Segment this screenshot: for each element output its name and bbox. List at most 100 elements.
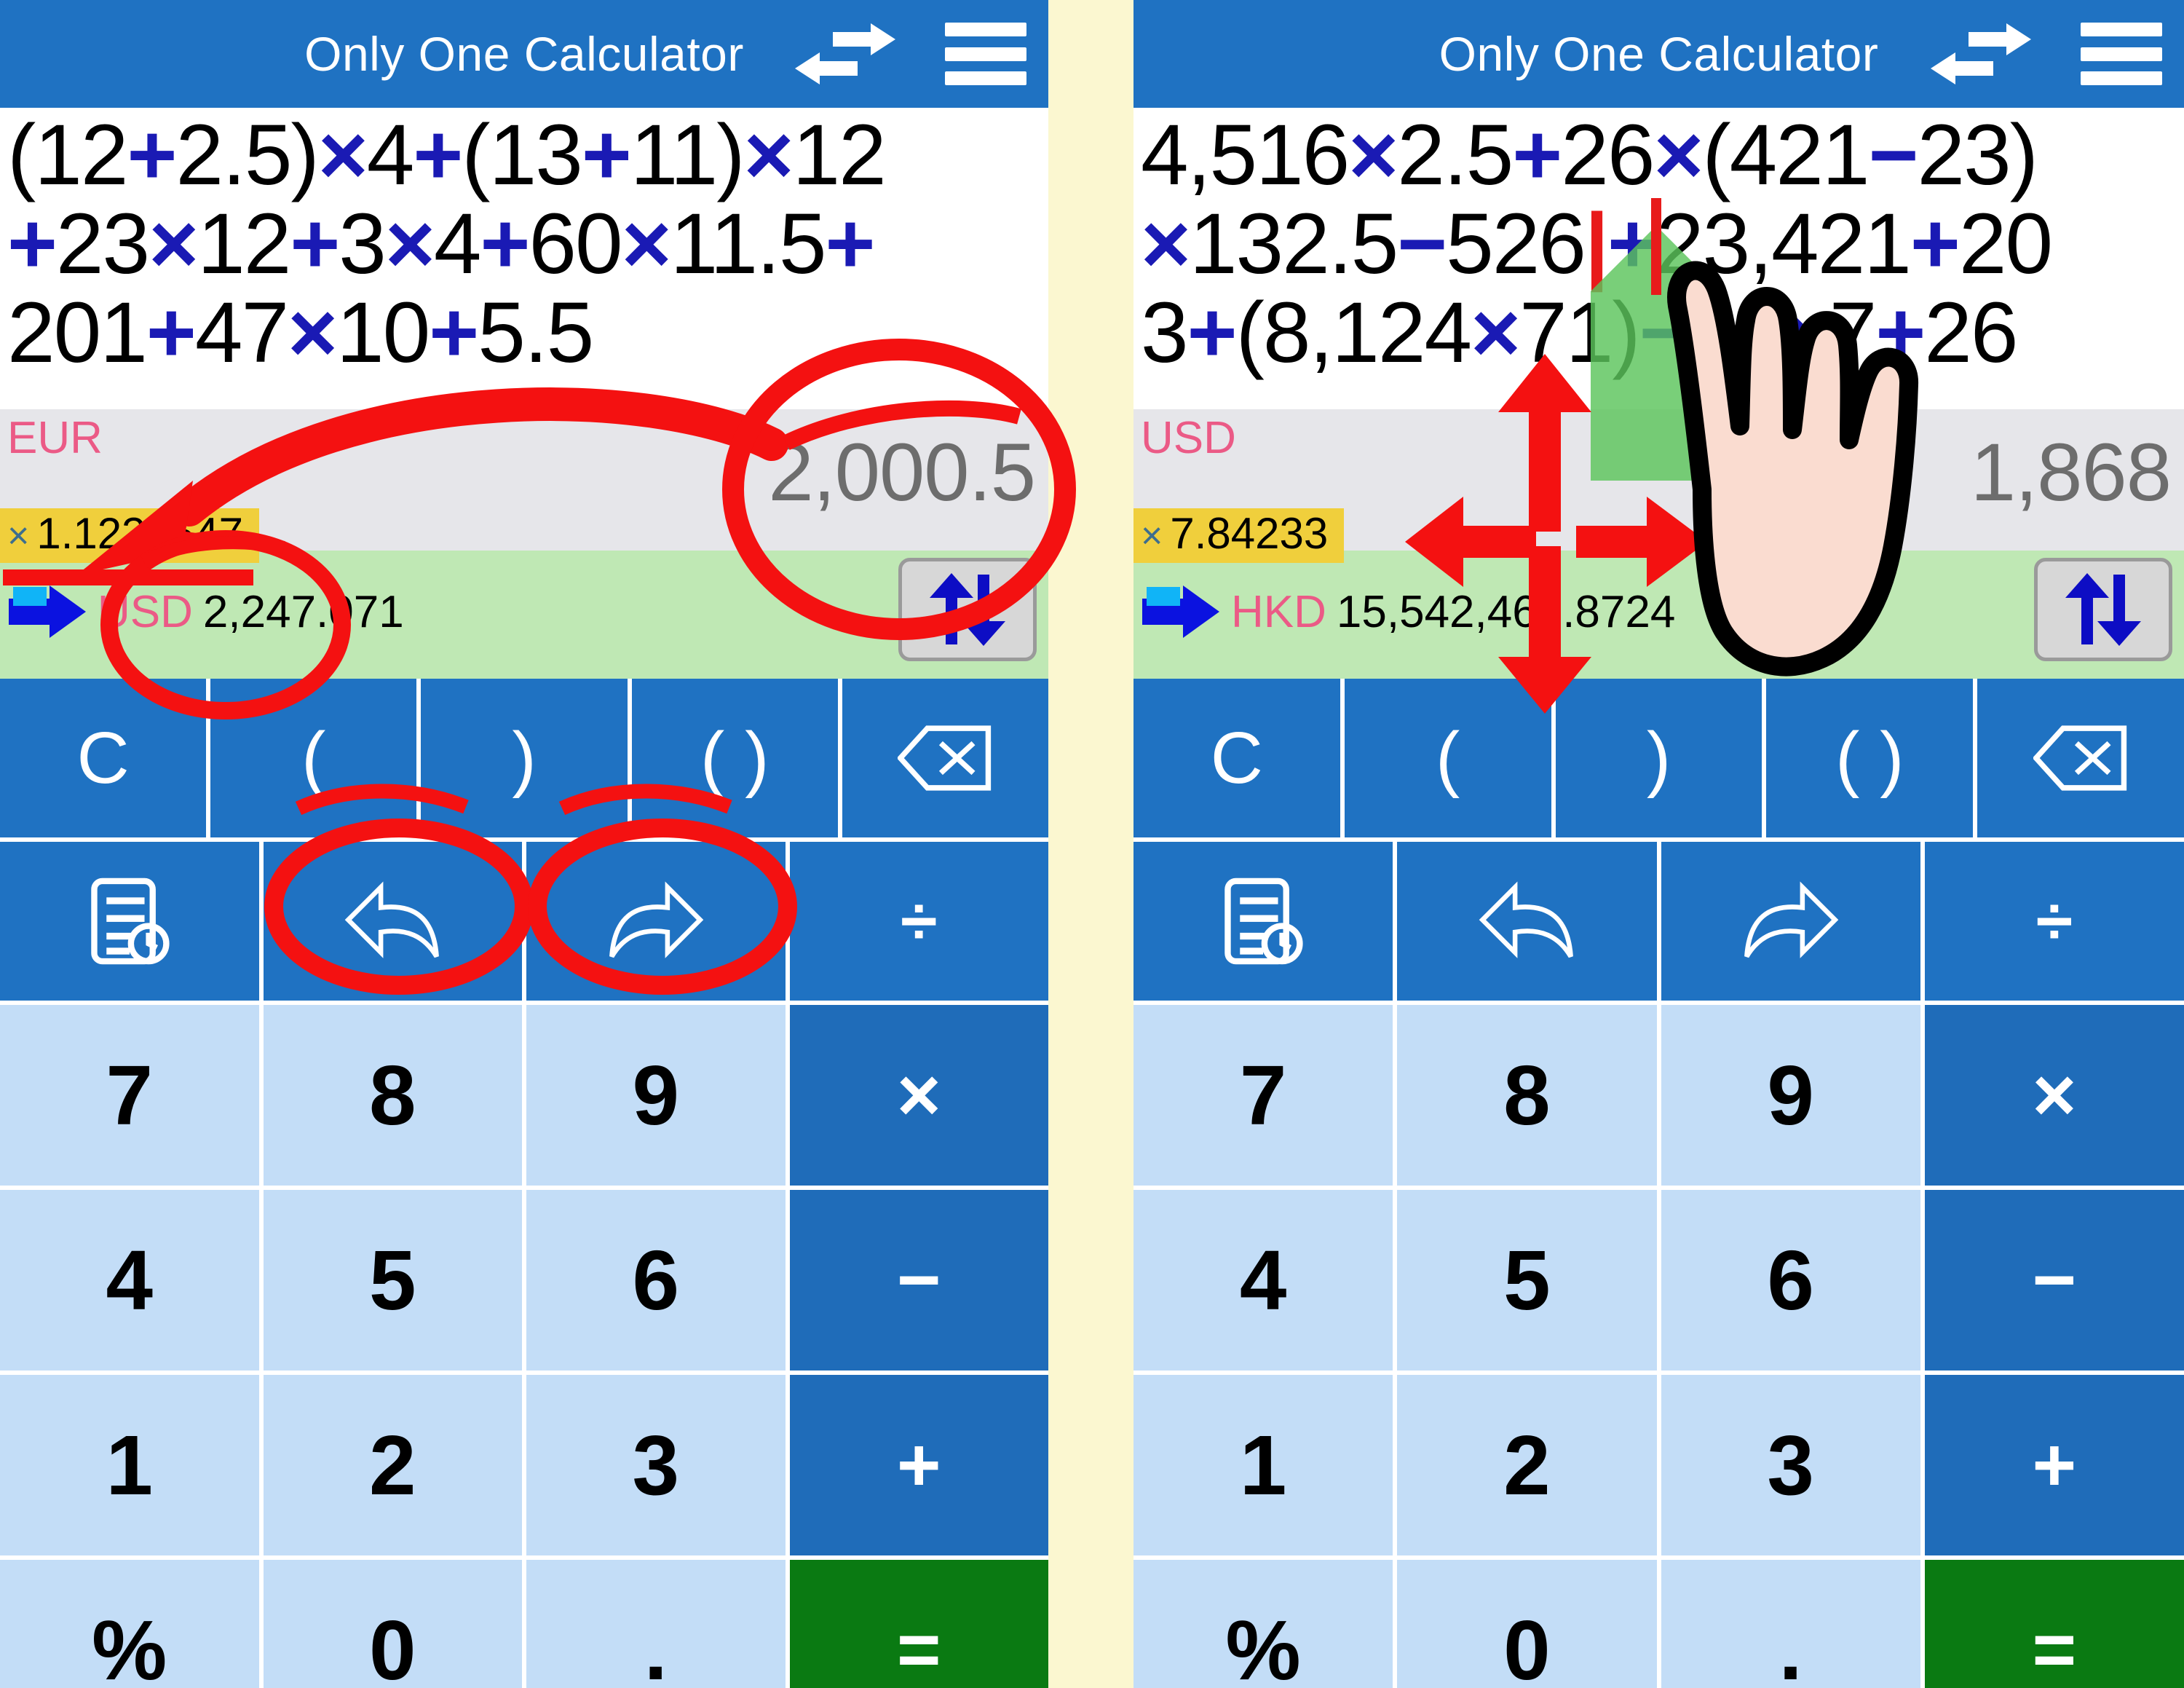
- expression-number: 11.5: [670, 196, 827, 292]
- key-0[interactable]: 0: [1397, 1560, 1657, 1688]
- expression-number: 23: [55, 196, 150, 292]
- expression-number: (13: [462, 108, 583, 203]
- swap-arrows-icon[interactable]: [791, 20, 900, 87]
- expression-display-right[interactable]: 4,516×2.5+26×(421−23) ×132.5−526|+23,421…: [1133, 108, 2184, 409]
- key-5[interactable]: 5: [1397, 1190, 1657, 1370]
- key-percent[interactable]: %: [1133, 1560, 1393, 1688]
- key-2[interactable]: 2: [1397, 1375, 1657, 1555]
- key-multiply[interactable]: ×: [789, 1005, 1048, 1186]
- expression-number: (8,124: [1235, 285, 1473, 381]
- key-plus[interactable]: +: [789, 1375, 1048, 1555]
- key-1[interactable]: 1: [1133, 1375, 1393, 1555]
- key-percent[interactable]: %: [0, 1560, 259, 1688]
- currency-swap-button-right[interactable]: [2034, 558, 2172, 661]
- key-redo[interactable]: [1661, 842, 1920, 1001]
- key-0[interactable]: 0: [263, 1560, 522, 1688]
- expression-display-left[interactable]: (12+2.5)×4+(13+11)×12 +23×12+3×4+60×11.5…: [0, 108, 1048, 409]
- key-2[interactable]: 2: [263, 1375, 522, 1555]
- calculator-panel-left: Only One Calculator (12+2.5)×4+(13+11)×1…: [0, 0, 1048, 1688]
- key-8[interactable]: 8: [1397, 1005, 1657, 1186]
- currency-converter-left: EUR 2,000.5 × 1.1232547 USD 2,247.071: [0, 409, 1048, 679]
- key-decimal[interactable]: .: [1661, 1560, 1920, 1688]
- key-7[interactable]: 7: [0, 1005, 259, 1186]
- exchange-rate-value-left: 1.1232547: [36, 509, 243, 558]
- key-9[interactable]: 9: [526, 1005, 786, 1186]
- panel-divider: [1048, 0, 1133, 1688]
- key-divide[interactable]: ÷: [789, 842, 1048, 1001]
- key-6[interactable]: 6: [526, 1190, 786, 1370]
- key-8[interactable]: 8: [263, 1005, 522, 1186]
- expression-number: 47: [194, 285, 289, 381]
- expression-operator: −: [1397, 196, 1447, 292]
- key-backspace[interactable]: [842, 679, 1048, 837]
- key-close-paren[interactable]: ): [1555, 679, 1762, 837]
- expression-number: (12: [7, 108, 129, 203]
- title-bar-right: Only One Calculator: [1133, 0, 2184, 108]
- multiply-sign-icon: ×: [7, 515, 30, 557]
- text-cursor: |: [1585, 196, 1609, 292]
- expression-operator: ×: [1348, 108, 1398, 203]
- key-7[interactable]: 7: [1133, 1005, 1393, 1186]
- expression-operator: +: [1910, 196, 1961, 292]
- expression-line: ×132.5−526|+23,421+20: [1141, 200, 2180, 288]
- expression-operator: ×: [288, 285, 338, 381]
- key-open-paren[interactable]: (: [1344, 679, 1551, 837]
- currency-output-row-left[interactable]: × 1.1232547 USD 2,247.071: [0, 508, 1048, 679]
- key-9[interactable]: 9: [1661, 1005, 1920, 1186]
- key-undo[interactable]: [263, 842, 522, 1001]
- hamburger-menu-icon[interactable]: [945, 23, 1026, 85]
- exchange-rate-badge-right[interactable]: × 7.84233: [1133, 508, 1345, 563]
- key-multiply[interactable]: ×: [1924, 1005, 2184, 1186]
- key-divide[interactable]: ÷: [1924, 842, 2184, 1001]
- key-plus[interactable]: +: [1924, 1375, 2184, 1555]
- key-clear[interactable]: C: [0, 679, 207, 837]
- key-open-paren[interactable]: (: [210, 679, 417, 837]
- key-4[interactable]: 4: [1133, 1190, 1393, 1370]
- key-close-paren[interactable]: ): [421, 679, 628, 837]
- backspace-icon: [898, 725, 992, 791]
- undo-arrow-icon: [344, 881, 440, 958]
- expression-operator: ×: [1653, 108, 1704, 203]
- expression-operator: +: [1512, 108, 1562, 203]
- expression-number: 12: [197, 196, 291, 292]
- key-decimal[interactable]: .: [526, 1560, 786, 1688]
- expression-number: 10: [336, 285, 430, 381]
- key-history[interactable]: [1133, 842, 1393, 1001]
- swap-arrows-icon[interactable]: [1926, 20, 2035, 87]
- convert-arrow-icon: [1138, 577, 1225, 647]
- key-6[interactable]: 6: [1661, 1190, 1920, 1370]
- exchange-rate-badge-left[interactable]: × 1.1232547: [0, 508, 259, 563]
- key-minus[interactable]: −: [1924, 1190, 2184, 1370]
- key-clear[interactable]: C: [1133, 679, 1340, 837]
- title-bar-icons-right: [1926, 0, 2162, 108]
- key-5[interactable]: 5: [263, 1190, 522, 1370]
- keypad-right: C ( ) ( ) ÷ 7 8 9 × 4 5 6 − 1 2 3 + % 0 …: [1133, 679, 2184, 1688]
- key-1[interactable]: 1: [0, 1375, 259, 1555]
- keypad-row-4-left: 4 5 6 −: [0, 1190, 1048, 1370]
- expression-number: 71): [1519, 285, 1641, 381]
- key-paren-pair[interactable]: ( ): [1766, 679, 1974, 837]
- key-minus[interactable]: −: [789, 1190, 1048, 1370]
- key-4[interactable]: 4: [0, 1190, 259, 1370]
- key-3[interactable]: 3: [1661, 1375, 1920, 1555]
- currency-swap-button-left[interactable]: [898, 558, 1037, 661]
- expression-line: 3+(8,124×71)−41×7+26: [1141, 288, 2180, 377]
- hamburger-menu-icon[interactable]: [2081, 23, 2162, 85]
- key-undo[interactable]: [1397, 842, 1657, 1001]
- key-equals[interactable]: =: [1924, 1560, 2184, 1688]
- key-history[interactable]: [0, 842, 259, 1001]
- currency-code-to-left: USD: [98, 586, 193, 637]
- keypad-row-6-right: % 0 . =: [1133, 1560, 2184, 1688]
- app-title-left: Only One Calculator: [304, 27, 744, 81]
- currency-output-row-right[interactable]: × 7.84233 HKD 15,542,462.8724: [1133, 508, 2184, 679]
- key-paren-pair[interactable]: ( ): [631, 679, 838, 837]
- key-redo[interactable]: [526, 842, 786, 1001]
- expression-operator: +: [825, 196, 876, 292]
- key-backspace[interactable]: [1977, 679, 2184, 837]
- expression-number: 26: [1924, 285, 2018, 381]
- convert-arrow-icon: [4, 577, 92, 647]
- expression-number: 60: [529, 196, 622, 292]
- key-3[interactable]: 3: [526, 1375, 786, 1555]
- key-equals[interactable]: =: [789, 1560, 1048, 1688]
- keypad-row-5-left: 1 2 3 +: [0, 1375, 1048, 1555]
